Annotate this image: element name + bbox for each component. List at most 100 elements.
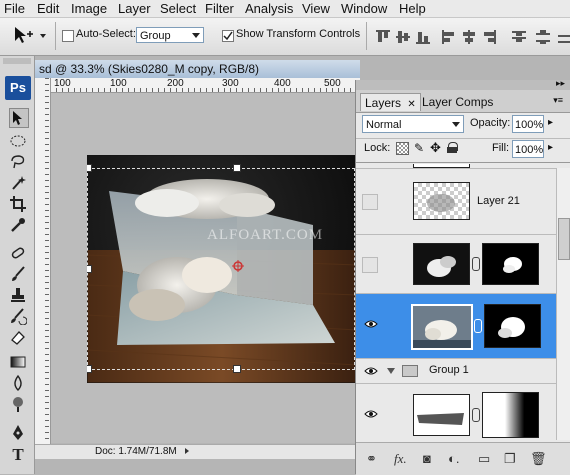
menu-analysis[interactable]: Analysis: [245, 1, 293, 16]
transform-center-icon[interactable]: [232, 260, 244, 272]
layers-scrollbar[interactable]: [556, 168, 570, 440]
eye-icon[interactable]: [364, 365, 378, 379]
align-left-icon[interactable]: [442, 30, 456, 44]
align-top-icon[interactable]: [376, 30, 390, 44]
transform-handle[interactable]: [87, 365, 92, 373]
lasso-icon[interactable]: [9, 153, 27, 171]
tab-layers-label: Layers: [365, 96, 402, 110]
divider: [356, 162, 570, 163]
chain-link-icon[interactable]: [474, 319, 482, 333]
preset-dropdown-icon[interactable]: [40, 34, 46, 38]
fill-slider-icon[interactable]: ▸: [548, 142, 553, 153]
menu-file[interactable]: File: [4, 1, 25, 16]
add-mask-icon[interactable]: ◙: [423, 451, 431, 466]
visibility-toggle[interactable]: [362, 194, 378, 210]
type-icon[interactable]: T: [9, 446, 27, 464]
panel-menu-icon[interactable]: ▾≡: [553, 95, 563, 106]
layer-row[interactable]: Layer 21: [356, 169, 556, 235]
fill-input[interactable]: 100%: [512, 140, 544, 158]
pen-icon[interactable]: [9, 424, 27, 442]
menu-select[interactable]: Select: [160, 1, 196, 16]
delete-layer-icon[interactable]: 🗑: [530, 451, 547, 467]
auto-select-target-select[interactable]: Group: [136, 27, 204, 43]
layer-row[interactable]: [356, 384, 556, 443]
transform-handle[interactable]: [87, 164, 92, 172]
opacity-input[interactable]: 100%: [512, 115, 544, 133]
move-icon[interactable]: [9, 108, 29, 128]
gradient-icon[interactable]: [9, 353, 27, 371]
scrollbar-thumb[interactable]: [558, 218, 570, 260]
fx-icon[interactable]: fx.: [394, 451, 407, 467]
align-hcenter-icon[interactable]: [462, 30, 476, 44]
history-brush-icon[interactable]: [9, 307, 28, 326]
distribute-top-icon[interactable]: [512, 30, 526, 44]
new-group-icon[interactable]: ▭: [478, 451, 490, 467]
ps-logo: Ps: [5, 76, 31, 100]
transform-handle[interactable]: [233, 365, 241, 373]
tab-layer-comps[interactable]: Layer Comps: [418, 93, 497, 111]
doc-size-status: Doc: 1.74M/71.8M: [95, 446, 177, 457]
visibility-toggle[interactable]: [362, 257, 378, 273]
layer-row-selected[interactable]: [356, 294, 556, 359]
ruler-ticks: [50, 88, 360, 92]
lock-transparency-icon[interactable]: [396, 142, 409, 155]
layer-mask-thumbnail[interactable]: [484, 304, 541, 348]
menu-layer[interactable]: Layer: [118, 1, 151, 16]
status-menu-icon[interactable]: [185, 448, 189, 454]
chain-link-icon[interactable]: [472, 408, 480, 422]
align-right-icon[interactable]: [482, 30, 496, 44]
transform-handle[interactable]: [233, 164, 241, 172]
menu-image[interactable]: Image: [71, 1, 107, 16]
menu-window[interactable]: Window: [341, 1, 387, 16]
eye-icon[interactable]: [364, 408, 378, 422]
lock-pixels-icon[interactable]: ✎: [414, 141, 424, 155]
layer-group-row[interactable]: Group 1: [356, 359, 556, 384]
menu-bar: File Edit Image Layer Select Filter Anal…: [0, 0, 570, 18]
blur-icon[interactable]: [9, 374, 27, 392]
transform-handle[interactable]: [87, 265, 92, 273]
new-layer-icon[interactable]: ❐: [504, 451, 516, 467]
status-bar: Doc: 1.74M/71.8M: [35, 444, 360, 459]
close-icon[interactable]: ✕: [407, 99, 415, 110]
stamp-icon[interactable]: [9, 286, 27, 304]
chain-link-icon[interactable]: [472, 257, 480, 271]
healing-icon[interactable]: [9, 244, 27, 262]
group-expand-icon[interactable]: [387, 368, 395, 374]
blend-mode-select[interactable]: Normal: [362, 115, 464, 133]
panel-header[interactable]: ▸▸: [356, 78, 570, 90]
tab-layers[interactable]: Layers ✕: [360, 93, 421, 111]
brush-icon[interactable]: [9, 265, 27, 283]
auto-select-checkbox[interactable]: [62, 30, 74, 42]
layer-row[interactable]: [356, 235, 556, 294]
adjustment-layer-icon[interactable]: ◐.: [448, 451, 459, 466]
layer-mask-thumbnail[interactable]: [482, 392, 539, 438]
distribute-vcenter-icon[interactable]: [536, 30, 550, 44]
eyedropper-icon[interactable]: [9, 216, 27, 234]
layer-mask-thumbnail[interactable]: [482, 243, 539, 285]
menu-filter[interactable]: Filter: [205, 1, 234, 16]
collapse-icon[interactable]: ▸▸: [556, 78, 565, 89]
menu-help[interactable]: Help: [399, 1, 426, 16]
magic-wand-icon[interactable]: [9, 174, 27, 192]
distribute-bottom-icon[interactable]: [558, 30, 570, 44]
menu-view[interactable]: View: [302, 1, 330, 16]
menu-edit[interactable]: Edit: [37, 1, 59, 16]
align-vcenter-icon[interactable]: [396, 30, 410, 44]
link-layers-icon[interactable]: ⚭: [366, 451, 377, 467]
dodge-icon[interactable]: [9, 395, 27, 413]
tools-panel-header[interactable]: [3, 58, 31, 64]
show-transform-checkbox[interactable]: [222, 30, 234, 42]
divider: [55, 22, 56, 50]
document-title-bar[interactable]: sd @ 33.3% (Skies0280_M copy, RGB/8): [35, 60, 360, 79]
auto-select-label: Auto-Select:: [76, 28, 136, 40]
lock-position-icon[interactable]: ✥: [430, 140, 441, 156]
eye-icon[interactable]: [364, 318, 378, 332]
eraser-icon[interactable]: [9, 328, 27, 346]
move-tool-preset-icon[interactable]: [12, 25, 34, 47]
transform-bounding-box[interactable]: [87, 168, 355, 370]
marquee-icon[interactable]: [9, 132, 27, 150]
opacity-slider-icon[interactable]: ▸: [548, 117, 553, 128]
document-image[interactable]: ALFOART.COM: [87, 155, 357, 383]
align-bottom-icon[interactable]: [416, 30, 430, 44]
crop-icon[interactable]: [9, 195, 27, 213]
